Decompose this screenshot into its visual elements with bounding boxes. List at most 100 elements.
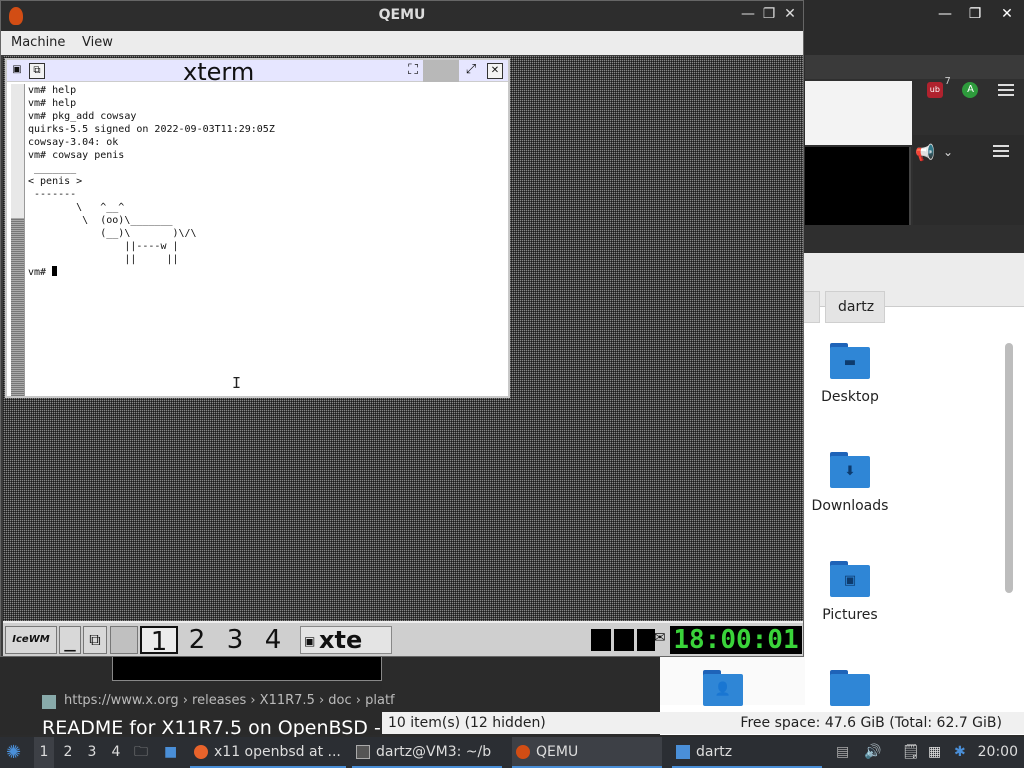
browser-page: https://www.x.org › releases › X11R7.5 ›… xyxy=(0,655,395,739)
host-taskbar: ✺ 1 2 3 4 🗀 ■ x11 openbsd at ... dartz@V… xyxy=(0,737,1024,768)
chevron-down-icon[interactable]: ⌄ xyxy=(943,145,953,159)
sidebar-menu-icon[interactable] xyxy=(993,145,1009,157)
qemu-titlebar: QEMU — ❐ ✕ xyxy=(1,1,803,31)
close-icon[interactable]: ✕ xyxy=(487,63,503,79)
task-label: dartz xyxy=(696,744,733,760)
guest-spacer xyxy=(110,626,138,654)
search-result-title[interactable]: README for X11R7.5 on OpenBSD - x xyxy=(42,717,382,739)
folder-pictures[interactable]: ▣ Pictures xyxy=(800,561,900,623)
mail-icon[interactable]: ✉ xyxy=(654,630,666,646)
icewm-start-button[interactable]: IceWM xyxy=(5,626,57,654)
browser-video-area xyxy=(805,147,911,225)
qemu-menubar: Machine View xyxy=(1,31,803,55)
workspace-1[interactable]: 1 xyxy=(34,737,54,768)
qemu-close-button[interactable]: ✕ xyxy=(780,6,800,22)
workspace-4[interactable]: 4 xyxy=(106,737,126,768)
scrollbar-thumb[interactable] xyxy=(11,218,24,396)
mem-monitor xyxy=(637,629,655,651)
pictures-folder-icon: ▣ xyxy=(830,561,870,597)
restore-icon[interactable]: ⧉ xyxy=(29,63,45,79)
task-firefox[interactable]: x11 openbsd at ... xyxy=(190,737,346,768)
site-favicon xyxy=(42,695,56,709)
guest-desktop-4[interactable]: 4 xyxy=(254,626,292,654)
bluetooth-icon[interactable]: ✱ xyxy=(954,737,966,768)
xterm-output[interactable]: vm# help vm# help vm# pkg_add cowsay quirks… xyxy=(28,84,506,396)
search-result-url[interactable]: https://www.x.org › releases › X11R7.5 ›… xyxy=(64,693,404,708)
user-folder-icon: 👤 xyxy=(703,670,743,706)
guest-display[interactable]: ▣ ⧉ xterm ⛶ ⤢ ✕ vm# help vm# help vm# pkg_… xyxy=(3,56,803,656)
workspace-2[interactable]: 2 xyxy=(58,737,78,768)
menu-icon[interactable] xyxy=(998,84,1015,96)
guest-task-label: xte xyxy=(319,626,363,654)
guest-task-xterm[interactable]: ▣ xte xyxy=(300,626,392,654)
cpu-monitor xyxy=(591,629,611,651)
titlebar-spacer xyxy=(423,60,459,82)
ibeam-cursor-icon: I xyxy=(232,374,242,392)
qemu-maximize-button[interactable]: ❐ xyxy=(759,6,779,22)
host-close-button[interactable]: ✕ xyxy=(990,6,1024,22)
network-icon[interactable]: ▦ xyxy=(928,737,941,768)
xterm-scrollbar[interactable] xyxy=(11,84,25,396)
browser-content xyxy=(805,81,912,145)
maximize-icon[interactable]: ⤢ xyxy=(463,63,479,79)
window-menu-icon[interactable]: ▣ xyxy=(9,63,25,79)
megaphone-icon[interactable]: 📢 xyxy=(915,143,935,162)
guest-desktop-2[interactable]: 2 xyxy=(178,626,216,654)
terminal-icon: ▣ xyxy=(304,634,316,648)
folder-icon xyxy=(830,670,870,706)
folder-downloads[interactable]: ⬇ Downloads xyxy=(800,452,900,514)
guest-desktop-1[interactable]: 1 xyxy=(140,626,178,656)
ublock-icon[interactable]: ub 7 xyxy=(926,76,951,98)
folder-user[interactable]: 👤 xyxy=(673,670,773,716)
workspace-3[interactable]: 3 xyxy=(82,737,102,768)
folder-generic[interactable] xyxy=(800,670,900,716)
qemu-icon xyxy=(516,745,530,759)
guest-desktop-3[interactable]: 3 xyxy=(216,626,254,654)
qemu-title: QEMU xyxy=(378,7,426,23)
downloads-folder-icon: ⬇ xyxy=(830,452,870,488)
folder-desktop[interactable]: ▬ Desktop xyxy=(800,343,900,405)
start-menu-icon[interactable]: ✺ xyxy=(6,737,21,768)
browser-toolbar-icons: ub 7 A xyxy=(917,75,1024,105)
qemu-minimize-button[interactable]: — xyxy=(738,6,758,22)
task-terminal[interactable]: dartz@VM3: ~/b xyxy=(352,737,502,768)
notes-icon[interactable]: 🗒 xyxy=(902,737,920,768)
window-list-button[interactable]: ⧉ xyxy=(83,626,107,654)
folder-icon xyxy=(676,745,690,759)
guest-clock[interactable]: 18:00:01 xyxy=(670,626,802,654)
text-cursor xyxy=(52,266,58,276)
xterm-titlebar[interactable]: ▣ ⧉ xterm ⛶ ⤢ ✕ xyxy=(7,58,508,86)
task-label: x11 openbsd at ... xyxy=(214,744,341,760)
guest-overflow-area xyxy=(112,655,382,681)
task-files[interactable]: dartz xyxy=(672,737,822,768)
show-desktop-button[interactable]: _ xyxy=(59,626,81,654)
task-qemu[interactable]: QEMU xyxy=(512,737,662,768)
clipboard-icon[interactable]: ▤ xyxy=(836,737,849,768)
file-manager-scrollbar[interactable] xyxy=(1005,343,1013,593)
menu-view[interactable]: View xyxy=(82,35,113,50)
xterm-window[interactable]: ▣ ⧉ xterm ⛶ ⤢ ✕ vm# help vm# help vm# pkg_… xyxy=(5,58,510,398)
guest-taskbar: IceWM _ ⧉ 1 2 3 4 ▣ xte ✉ 18:00:01 xyxy=(3,621,803,656)
folder-label: Desktop xyxy=(821,389,879,405)
shell-prompt: vm# xyxy=(28,267,53,278)
breadcrumb-dartz[interactable]: dartz xyxy=(825,291,885,323)
folder-label: Downloads xyxy=(811,498,889,514)
fullscreen-icon[interactable]: ⛶ xyxy=(405,63,421,79)
volume-icon[interactable]: 🔊 xyxy=(864,737,881,768)
status-free-space: Free space: 47.6 GiB (Total: 62.7 GiB) xyxy=(740,715,1002,731)
file-manager-statusbar: 10 item(s) (12 hidden) Free space: 47.6 … xyxy=(382,712,1024,734)
xterm-title: xterm xyxy=(183,58,255,86)
terminal-icon xyxy=(356,745,370,759)
background-browser-window: ub 7 A 📢 ⌄ xyxy=(805,55,1024,225)
host-clock[interactable]: 20:00 xyxy=(978,737,1018,768)
host-minimize-button[interactable]: — xyxy=(928,6,962,22)
browser-side-toolbar: 📢 ⌄ xyxy=(913,135,1024,225)
task-label: QEMU xyxy=(536,744,579,760)
host-maximize-button[interactable]: ❐ xyxy=(958,6,992,22)
show-desktop-icon[interactable]: ■ xyxy=(164,737,177,768)
desktop-folder-icon: ▬ xyxy=(830,343,870,379)
account-icon[interactable]: A xyxy=(962,82,979,98)
ublock-count: 7 xyxy=(944,76,951,87)
menu-machine[interactable]: Machine xyxy=(11,35,65,50)
files-launcher-icon[interactable]: 🗀 xyxy=(134,737,148,768)
